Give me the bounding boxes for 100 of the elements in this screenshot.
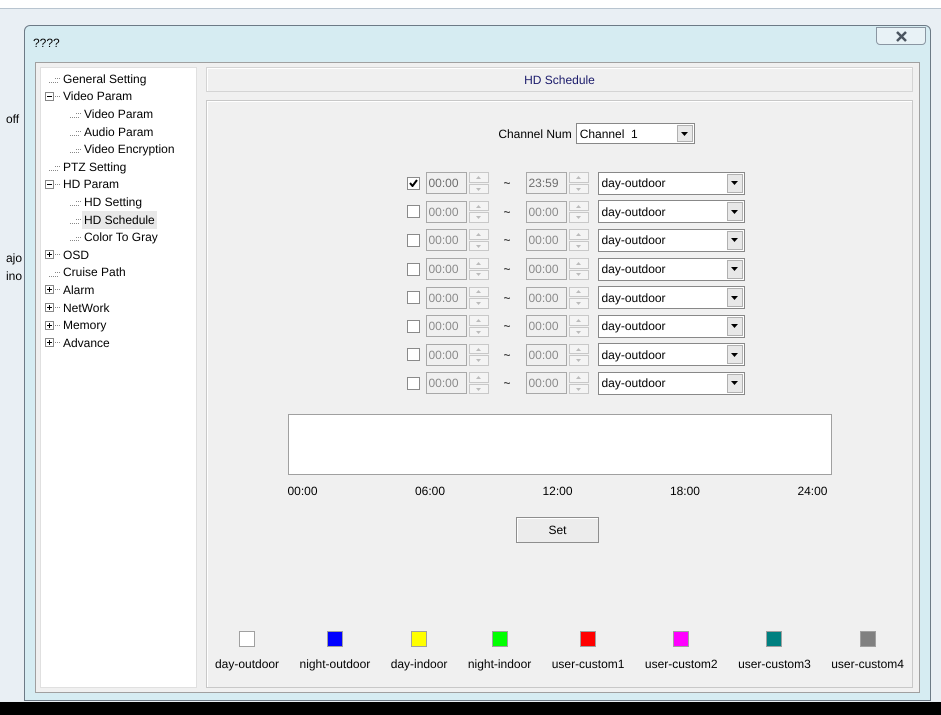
tree-item[interactable]: PTZ Setting bbox=[61, 158, 128, 176]
spinner[interactable] bbox=[468, 258, 488, 280]
caret-icon bbox=[731, 267, 738, 272]
checkbox[interactable] bbox=[406, 262, 420, 276]
set-button[interactable]: Set bbox=[516, 516, 599, 543]
dropdown-arrow-button[interactable] bbox=[726, 316, 742, 336]
dropdown-arrow-button[interactable] bbox=[726, 374, 742, 393]
spinner[interactable] bbox=[568, 200, 588, 223]
spinner[interactable] bbox=[468, 286, 488, 309]
mode-dropdown[interactable]: day-outdoor bbox=[598, 200, 744, 224]
spinner[interactable] bbox=[568, 229, 588, 252]
mode-dropdown[interactable]: day-outdoor bbox=[598, 372, 744, 395]
spinner[interactable] bbox=[468, 372, 488, 394]
legend-label: day-indoor bbox=[390, 656, 448, 673]
legend-label: day-outdoor bbox=[215, 656, 280, 673]
collapse-toggle[interactable] bbox=[45, 92, 54, 101]
tree-item[interactable]: Audio Param bbox=[82, 122, 156, 141]
dropdown-arrow-button[interactable] bbox=[726, 260, 742, 279]
checkbox[interactable] bbox=[406, 320, 420, 333]
tree-item[interactable]: HD Setting bbox=[82, 192, 144, 211]
plus-icon bbox=[47, 287, 52, 292]
tree-item[interactable]: HD Param bbox=[61, 175, 122, 194]
expand-toggle[interactable] bbox=[45, 320, 54, 330]
expand-toggle[interactable] bbox=[45, 285, 54, 294]
expand-toggle[interactable] bbox=[45, 338, 54, 348]
spinner[interactable] bbox=[468, 315, 488, 338]
timeline-tick-label: 18:00 bbox=[670, 482, 700, 500]
spinner[interactable] bbox=[568, 344, 588, 366]
caret-icon bbox=[731, 296, 738, 300]
caret-icon bbox=[681, 132, 688, 136]
plus-icon bbox=[47, 322, 52, 328]
tree-item[interactable]: Video Param bbox=[82, 104, 156, 123]
plus-icon bbox=[47, 340, 52, 346]
caret-icon bbox=[731, 324, 738, 328]
tree-item[interactable]: Cruise Path bbox=[61, 263, 128, 282]
close-button[interactable] bbox=[876, 27, 926, 45]
tree-item[interactable]: OSD bbox=[61, 246, 92, 264]
mode-dropdown[interactable]: day-outdoor bbox=[598, 228, 744, 252]
tree-item[interactable]: Color To Gray bbox=[82, 228, 160, 246]
tilde-separator: ~ bbox=[502, 232, 512, 250]
tree-item[interactable]: Video Encryption bbox=[82, 140, 177, 158]
checkbox[interactable] bbox=[406, 376, 420, 390]
spinner[interactable] bbox=[568, 286, 588, 309]
expand-toggle[interactable] bbox=[45, 250, 54, 260]
caret-icon bbox=[731, 181, 738, 186]
checkbox[interactable] bbox=[406, 291, 420, 304]
mode-dropdown[interactable]: day-outdoor bbox=[598, 286, 744, 310]
timeline-tick-label: 12:00 bbox=[542, 482, 572, 500]
legend-label: user-custom2 bbox=[644, 656, 718, 673]
tree-item[interactable]: NetWork bbox=[61, 298, 112, 317]
caret-icon bbox=[731, 238, 738, 242]
tree-item[interactable]: Memory bbox=[61, 316, 108, 334]
channel-dropdown[interactable]: Channel 1 bbox=[576, 123, 695, 144]
tree-item[interactable]: Advance bbox=[61, 334, 112, 352]
dropdown-arrow-button[interactable] bbox=[726, 202, 742, 222]
tree-item[interactable]: HD Schedule bbox=[82, 210, 157, 229]
spinner[interactable] bbox=[468, 172, 488, 194]
time-field[interactable]: 23:59 bbox=[526, 172, 566, 194]
panel-header: HD Schedule bbox=[206, 67, 913, 92]
tree-item[interactable]: Alarm bbox=[61, 280, 96, 299]
legend-label: user-custom4 bbox=[831, 656, 904, 673]
tilde-separator: ~ bbox=[502, 204, 512, 221]
minus-icon bbox=[47, 182, 52, 187]
mode-dropdown[interactable]: day-outdoor bbox=[598, 314, 744, 338]
channel-label: Channel Num bbox=[498, 126, 572, 142]
tree-item[interactable]: Video Param bbox=[61, 87, 134, 106]
background-text: off bbox=[6, 111, 20, 128]
dropdown-arrow-button[interactable] bbox=[726, 288, 742, 308]
dropdown-arrow-button[interactable] bbox=[726, 345, 742, 364]
mode-dropdown[interactable]: day-outdoor bbox=[598, 172, 744, 195]
dropdown-arrow-button[interactable] bbox=[676, 125, 693, 142]
checkbox[interactable] bbox=[406, 348, 420, 362]
collapse-toggle[interactable] bbox=[45, 180, 54, 189]
spinner[interactable] bbox=[468, 200, 488, 223]
timeline-tick-label: 06:00 bbox=[414, 482, 446, 500]
dropdown-arrow-button[interactable] bbox=[726, 230, 742, 250]
checkbox[interactable] bbox=[406, 176, 420, 190]
checkbox[interactable] bbox=[406, 205, 420, 218]
tilde-separator: ~ bbox=[502, 346, 512, 364]
spinner[interactable] bbox=[468, 344, 488, 366]
expand-toggle[interactable] bbox=[45, 303, 54, 312]
tilde-separator: ~ bbox=[502, 261, 512, 278]
background-text: ino bbox=[6, 268, 22, 285]
spinner[interactable] bbox=[568, 315, 588, 338]
legend-label: user-custom1 bbox=[552, 656, 624, 673]
dropdown-arrow-button[interactable] bbox=[726, 174, 742, 193]
checkbox[interactable] bbox=[406, 234, 420, 247]
caret-icon bbox=[731, 352, 738, 357]
spinner[interactable] bbox=[468, 229, 488, 252]
timeline-tick-label: 24:00 bbox=[797, 482, 828, 500]
tree-item[interactable]: General Setting bbox=[61, 70, 148, 88]
mode-dropdown[interactable]: day-outdoor bbox=[598, 258, 744, 281]
legend-label: night-outdoor bbox=[300, 656, 370, 673]
spinner[interactable] bbox=[568, 258, 588, 280]
tilde-separator: ~ bbox=[502, 318, 512, 336]
spinner[interactable] bbox=[568, 172, 588, 194]
time-field[interactable]: 00:00 bbox=[426, 172, 466, 194]
mode-dropdown[interactable]: day-outdoor bbox=[598, 343, 744, 366]
caret-icon bbox=[731, 381, 738, 386]
spinner[interactable] bbox=[568, 372, 588, 394]
